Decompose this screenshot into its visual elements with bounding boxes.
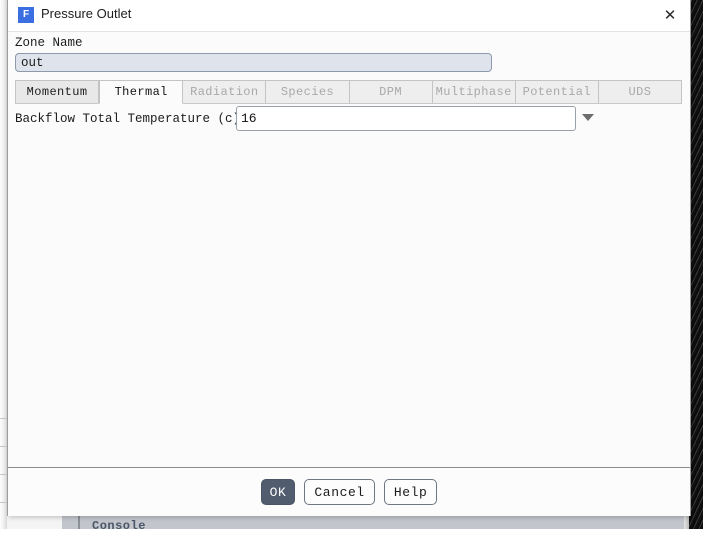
dialog-body: Zone Name Momentum Thermal Radiation Spe… <box>8 32 690 467</box>
fluent-app-icon: F <box>18 7 34 23</box>
background-grid-line <box>0 502 7 503</box>
fluent-app-icon-letter: F <box>22 9 30 20</box>
backflow-total-temperature-input[interactable] <box>236 106 576 131</box>
tab-uds: UDS <box>598 80 682 103</box>
backflow-total-temperature-label: Backflow Total Temperature (c) <box>15 112 241 126</box>
background-grid-line <box>0 418 7 419</box>
settings-tab-strip: Momentum Thermal Radiation Species DPM M… <box>15 79 682 104</box>
ok-button[interactable]: OK <box>260 479 296 505</box>
background-grid-line <box>0 446 7 447</box>
tab-dpm: DPM <box>349 80 433 103</box>
help-button[interactable]: Help <box>383 479 438 505</box>
cancel-button[interactable]: Cancel <box>304 479 375 505</box>
zone-name-input[interactable] <box>15 53 492 72</box>
background-left-panel <box>0 0 7 529</box>
dialog-footer: OK Cancel Help <box>8 467 690 516</box>
background-console-label: Console <box>92 519 146 533</box>
dialog-title: Pressure Outlet <box>41 6 132 21</box>
pressure-outlet-dialog: F Pressure Outlet ✕ Zone Name Momentum T… <box>7 0 691 516</box>
tab-multiphase: Multiphase <box>432 80 516 103</box>
dialog-titlebar: F Pressure Outlet ✕ <box>8 0 690 32</box>
close-icon[interactable]: ✕ <box>656 3 684 27</box>
tab-thermal[interactable]: Thermal <box>99 80 184 104</box>
background-graphics-window <box>689 0 703 529</box>
background-grid-line <box>0 474 7 475</box>
tab-momentum[interactable]: Momentum <box>15 80 100 103</box>
tab-species: Species <box>266 80 350 103</box>
chevron-down-icon[interactable] <box>582 114 594 121</box>
tab-potential: Potential <box>515 80 599 103</box>
tab-radiation: Radiation <box>183 80 267 103</box>
zone-name-label: Zone Name <box>15 36 83 50</box>
